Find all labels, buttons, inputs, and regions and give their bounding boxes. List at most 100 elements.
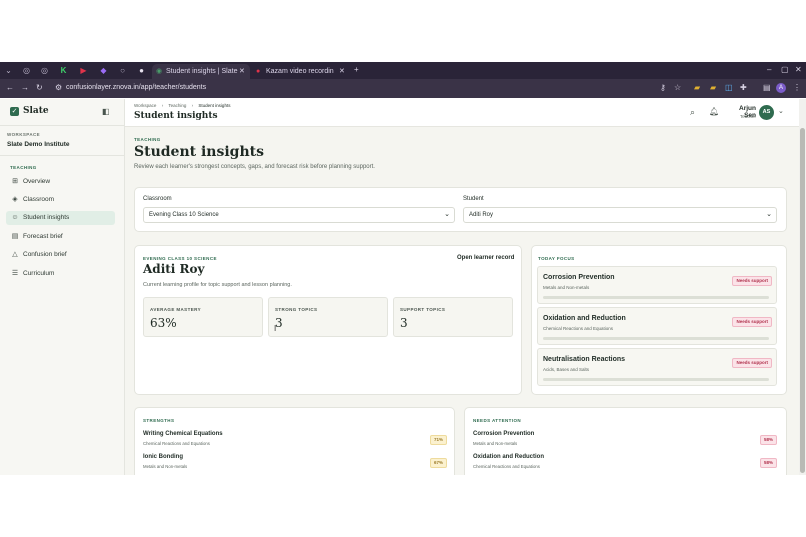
search-icon[interactable]: ⌕: [690, 107, 695, 118]
chevron-down-icon: ⌄: [444, 211, 450, 218]
browser-tab-active[interactable]: ◉ Student insights | Slate ✕: [152, 64, 250, 79]
stat-average-mastery: AVERAGE MASTERY 63%: [143, 297, 263, 337]
profile-avatar[interactable]: A: [776, 83, 786, 93]
reading-list-icon[interactable]: ▤: [763, 83, 771, 93]
strengths-label: STRENGTHS: [143, 418, 175, 423]
url-field[interactable]: confusionlayer.znova.in/app/teacher/stud…: [66, 84, 206, 91]
user-role: Teacher: [739, 114, 756, 119]
bell-icon[interactable]: 🔔︎: [709, 107, 719, 116]
sidebar-item-label: Curriculum: [23, 270, 55, 277]
student-select[interactable]: Aditi Roy ⌄: [463, 207, 777, 223]
sidebar-item-label: Confusion brief: [23, 251, 67, 258]
stat-value: 63%: [150, 316, 177, 330]
classroom-select[interactable]: Evening Class 10 Science ⌄: [143, 207, 455, 223]
extension-icon[interactable]: ▰: [694, 83, 700, 93]
stat-support-topics: SUPPORT TOPICS 3: [393, 297, 513, 337]
focus-item[interactable]: Neutralisation Reactions Acids, Bases an…: [537, 348, 777, 386]
today-focus-label: TODAY FOCUS: [538, 256, 575, 261]
github-icon[interactable]: ●: [137, 66, 146, 75]
reload-icon[interactable]: ↻: [36, 83, 43, 93]
breadcrumb-workspace[interactable]: Workspace: [134, 103, 156, 108]
extension-icon[interactable]: ◫: [725, 83, 733, 93]
classroom-label: Classroom: [143, 196, 172, 202]
pinned-tab-icon[interactable]: ○: [118, 66, 127, 75]
grid-icon: ⊞: [12, 178, 18, 185]
pinned-tab-icon[interactable]: ◆: [99, 66, 108, 75]
chevron-down-icon: ⌄: [766, 211, 772, 218]
status-badge: Needs support: [732, 317, 772, 327]
sidebar-item-label: Forecast brief: [23, 233, 63, 240]
divider: [0, 125, 124, 126]
page-header: Workspace › Teaching › Student insights …: [125, 99, 799, 127]
breadcrumb-teaching[interactable]: Teaching: [168, 103, 186, 108]
collapse-sidebar-icon[interactable]: ◧: [102, 107, 110, 116]
learner-description: Current learning profile for topic suppo…: [143, 282, 292, 288]
browser-tab[interactable]: ● Kazam video recording ✕: [252, 64, 350, 79]
slate-favicon-icon: ◉: [156, 68, 163, 75]
mastery-badge: 67%: [430, 458, 448, 468]
extensions-puzzle-icon[interactable]: ✚: [740, 83, 747, 93]
strength-title: Writing Chemical Equations: [143, 431, 223, 437]
scrollbar-thumb[interactable]: [800, 128, 805, 473]
workspace-name: Slate Demo Institute: [7, 141, 70, 148]
close-tab-icon[interactable]: ✕: [239, 64, 245, 79]
attention-title: Corrosion Prevention: [473, 431, 535, 437]
status-badge: Needs support: [732, 358, 772, 368]
classroom-value: Evening Class 10 Science: [149, 212, 219, 218]
key-icon[interactable]: ⚷: [660, 83, 666, 93]
text-cursor-icon: I: [274, 324, 277, 333]
status-badge: Needs support: [732, 276, 772, 286]
restore-icon[interactable]: ▢: [781, 65, 789, 75]
attention-title: Oxidation and Reduction: [473, 454, 545, 460]
list-icon: ☰: [11, 270, 19, 277]
close-window-icon[interactable]: ✕: [795, 65, 802, 75]
teaching-section-label: TEACHING: [10, 165, 37, 170]
sidebar-item-label: Overview: [23, 178, 51, 185]
sidebar-item-curriculum[interactable]: ☰ Curriculum: [6, 267, 115, 281]
sidebar-item-forecast-brief[interactable]: ▤ Forecast brief: [6, 230, 115, 244]
focus-subtitle: Chemical Reactions and Equations: [543, 326, 614, 331]
browser-menu-icon[interactable]: ⋮: [793, 83, 801, 93]
sidebar-item-confusion-brief[interactable]: △ Confusion brief: [6, 248, 115, 262]
tab-list-icon[interactable]: ⌄: [4, 66, 13, 75]
pinned-tab-icon[interactable]: ◎: [22, 66, 31, 75]
needs-attention-label: NEEDS ATTENTION: [473, 418, 522, 423]
app-name: Slate: [23, 106, 49, 116]
sidebar-item-classroom[interactable]: ◈ Classroom: [6, 193, 115, 207]
site-info-icon[interactable]: ⚙: [55, 83, 62, 93]
chevron-down-icon[interactable]: ⌄: [778, 107, 784, 115]
stat-value: 3: [400, 316, 408, 330]
progress-bar: [543, 296, 769, 299]
focus-title: Oxidation and Reduction: [543, 315, 626, 322]
stat-label: SUPPORT TOPICS: [400, 307, 446, 312]
new-tab-icon[interactable]: +: [354, 65, 359, 75]
class-label: EVENING CLASS 10 SCIENCE: [143, 256, 217, 261]
pinned-tab-icon[interactable]: ▶: [79, 66, 88, 75]
sidebar-item-label: Classroom: [23, 196, 55, 203]
chevron-right-icon: ›: [191, 103, 194, 108]
chevron-right-icon: ›: [161, 103, 164, 108]
focus-item[interactable]: Corrosion Prevention Metals and Non-meta…: [537, 266, 777, 304]
sidebar-item-student-insights[interactable]: ☺ Student insights: [6, 211, 115, 225]
pinned-tab-icon[interactable]: K: [59, 66, 68, 75]
close-tab-icon[interactable]: ✕: [339, 64, 345, 79]
stat-label: STRONG TOPICS: [275, 307, 318, 312]
extension-icon[interactable]: ▰: [710, 83, 716, 93]
open-learner-record-link[interactable]: Open learner record: [457, 255, 514, 261]
minimize-icon[interactable]: –: [767, 65, 771, 75]
attention-subtitle: Chemical Reactions and Equations: [473, 464, 540, 469]
forward-icon[interactable]: →: [21, 83, 29, 93]
focus-subtitle: Acids, Bases and Salts: [543, 367, 590, 372]
back-icon[interactable]: ←: [6, 83, 14, 93]
breadcrumb: Workspace › Teaching › Student insights: [134, 103, 230, 108]
sidebar-item-overview[interactable]: ⊞ Overview: [6, 175, 115, 189]
header-title: Student insights: [134, 111, 218, 121]
mastery-badge: 58%: [760, 435, 778, 445]
focus-subtitle: Metals and Non-metals: [543, 285, 590, 290]
strength-subtitle: Chemical Reactions and Equations: [143, 441, 210, 446]
user-avatar[interactable]: AS: [759, 105, 774, 120]
pinned-tab-icon[interactable]: ◎: [40, 66, 49, 75]
focus-item[interactable]: Oxidation and Reduction Chemical Reactio…: [537, 307, 777, 345]
page-title: Student insights: [134, 144, 264, 160]
bookmark-star-icon[interactable]: ☆: [674, 83, 681, 93]
